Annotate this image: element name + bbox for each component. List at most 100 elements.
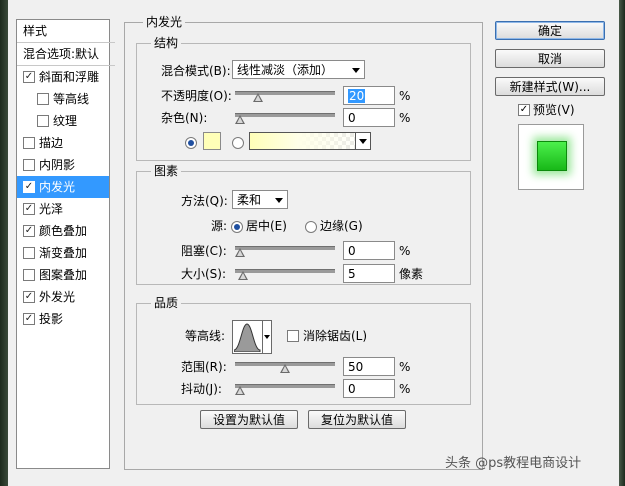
jitter-slider-thumb[interactable] [235,386,245,395]
solid-color-radio[interactable] [185,137,197,149]
technique-label: 方法(Q): [181,194,228,208]
size-unit: 像素 [399,267,424,281]
noise-slider[interactable] [235,111,335,124]
style-checkbox[interactable] [23,247,35,259]
jitter-slider[interactable] [235,382,335,395]
source-center-label: 居中(E) [246,219,287,233]
range-slider[interactable] [235,360,335,373]
style-list-item[interactable]: ✓ 颜色叠加 [17,220,109,242]
opacity-slider[interactable] [235,89,335,102]
style-list-item[interactable]: 纹理 [17,110,109,132]
style-list-header: 样式 [17,20,115,43]
cancel-button[interactable]: 取消 [495,49,605,68]
size-slider-track [235,269,335,273]
style-checkbox[interactable]: ✓ [23,291,35,303]
reset-default-button[interactable]: 复位为默认值 [308,410,406,429]
preview-checkbox[interactable]: ✓ [518,104,530,116]
style-list-item[interactable]: 描边 [17,132,109,154]
opacity-slider-thumb[interactable] [253,93,263,102]
range-percent: % [399,360,411,374]
style-list-item[interactable]: ✓ 光泽 [17,198,109,220]
style-list-item[interactable]: 图案叠加 [17,264,109,286]
glow-color-swatch[interactable] [203,132,221,150]
style-list-item[interactable]: 等高线 [17,88,109,110]
jitter-slider-track [235,384,335,388]
style-list-item[interactable]: 渐变叠加 [17,242,109,264]
source-center-radio[interactable] [231,221,243,233]
style-checkbox[interactable] [37,115,49,127]
size-label: 大小(S): [181,267,227,281]
style-list-item-label: 纹理 [53,114,78,128]
range-label: 范围(R): [181,360,227,374]
choke-slider[interactable] [235,244,335,257]
style-list-item[interactable]: ✓ 内发光 [17,176,109,198]
contour-label: 等高线: [185,329,226,343]
antialias-checkbox[interactable] [287,330,299,342]
new-style-button[interactable]: 新建样式(W)... [495,77,605,96]
ok-button[interactable]: 确定 [495,21,605,40]
preview-thumbnail [518,124,584,190]
style-checkbox[interactable]: ✓ [23,225,35,237]
style-list-item-label: 颜色叠加 [39,224,88,238]
style-list-item[interactable]: ✓ 投影 [17,308,109,330]
structure-group: 结构 混合模式(B): 线性减淡（添加） 不透明度(O): 20 % 杂色(N)… [136,36,471,161]
noise-slider-track [235,113,335,117]
style-checkbox[interactable] [23,137,35,149]
size-slider-thumb[interactable] [237,271,248,280]
gradient-radio[interactable] [232,137,244,149]
elements-group: 图素 方法(Q): 柔和 源: 居中(E) 边缘(G) 阻塞(C): 0 % 大… [136,164,471,285]
inner-glow-panel: 内发光 结构 混合模式(B): 线性减淡（添加） 不透明度(O): 20 % 杂… [124,15,483,470]
style-list-item-label: 描边 [39,136,64,150]
window-frame-left [0,0,8,486]
panel-title: 内发光 [143,15,186,29]
choke-slider-thumb[interactable] [235,248,245,257]
style-checkbox[interactable] [37,93,49,105]
style-checkbox[interactable]: ✓ [23,313,35,325]
size-slider[interactable] [235,267,335,280]
gradient-dropdown[interactable] [355,133,370,149]
style-checkbox[interactable]: ✓ [23,203,35,215]
style-list-item[interactable]: ✓ 外发光 [17,286,109,308]
style-list-item-label: 投影 [39,312,64,326]
size-input[interactable]: 5 [343,264,395,283]
make-default-button[interactable]: 设置为默认值 [200,410,298,429]
style-list-item-label: 斜面和浮雕 [39,70,100,84]
blend-mode-label: 混合模式(B): [161,64,231,78]
style-checkbox[interactable]: ✓ [23,181,35,193]
style-list-item-label: 外发光 [39,290,76,304]
blend-mode-select[interactable]: 线性减淡（添加） [232,60,365,79]
choke-input[interactable]: 0 [343,241,395,260]
technique-value: 柔和 [237,193,262,207]
jitter-input[interactable]: 0 [343,379,395,398]
style-list-item[interactable]: 内阴影 [17,154,109,176]
style-checkbox[interactable]: ✓ [23,71,35,83]
style-checkbox[interactable] [23,269,35,281]
blend-mode-value: 线性减淡（添加） [237,63,334,77]
source-edge-radio[interactable] [305,221,317,233]
noise-input[interactable]: 0 [343,108,395,127]
technique-select[interactable]: 柔和 [232,190,288,209]
noise-percent: % [399,111,411,125]
contour-curve-icon [234,323,261,352]
style-list-item-label: 图案叠加 [39,268,88,282]
style-list-item[interactable]: ✓ 斜面和浮雕 [17,66,109,88]
chevron-down-icon [352,68,360,73]
style-list-item-label: 内发光 [39,180,76,194]
contour-dropdown[interactable] [262,321,271,353]
style-checkbox[interactable] [23,159,35,171]
blending-options-item[interactable]: 混合选项:默认 [17,43,115,66]
style-list-item-label: 等高线 [53,92,90,106]
noise-slider-thumb[interactable] [235,115,245,124]
quality-group: 品质 等高线: 消除锯齿(L) 范围(R): 50 % 抖动(J): 0 % [136,296,471,405]
antialias-label: 消除锯齿(L) [303,329,368,343]
opacity-input[interactable]: 20 [343,86,395,105]
opacity-value: 20 [348,89,366,103]
choke-slider-track [235,246,335,250]
opacity-label: 不透明度(O): [161,89,232,103]
gradient-picker[interactable] [249,132,371,150]
structure-title: 结构 [151,36,182,50]
contour-picker[interactable] [232,320,272,354]
range-slider-thumb[interactable] [280,364,290,373]
range-input[interactable]: 50 [343,357,395,376]
source-edge-label: 边缘(G) [320,219,363,233]
